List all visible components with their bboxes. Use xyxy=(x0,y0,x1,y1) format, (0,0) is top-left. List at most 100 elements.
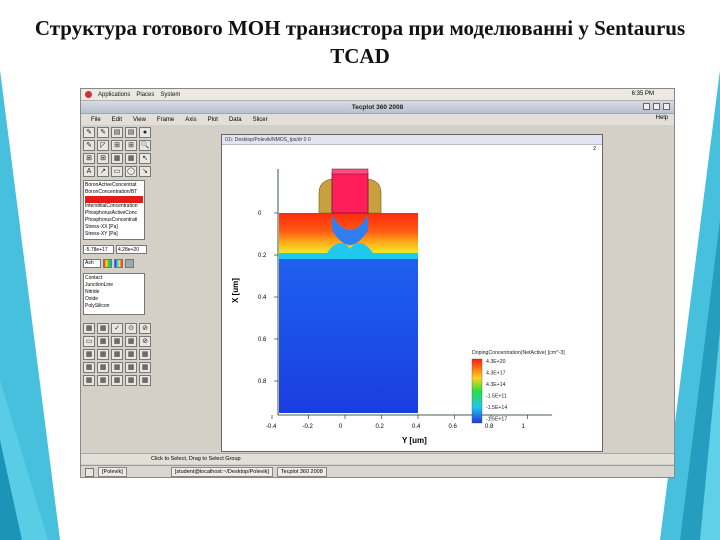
tool-button-icon[interactable]: ⊞ xyxy=(97,153,109,164)
tool-button-icon[interactable]: ✎ xyxy=(83,140,95,151)
tool-button-icon[interactable]: ● xyxy=(139,127,151,138)
menu-slicer[interactable]: Slicer xyxy=(253,117,268,123)
region-tool-icon[interactable]: ▦ xyxy=(83,349,95,360)
tool-button-icon[interactable]: ↘ xyxy=(139,166,151,177)
legend-colorbar xyxy=(471,358,483,424)
menu-help[interactable]: Help xyxy=(656,115,668,121)
window-title: Tecplot 360 2008 xyxy=(351,104,404,111)
tool-button-icon[interactable]: ⊞ xyxy=(125,140,137,151)
variable-list-item[interactable]: InterstitialConcentration xyxy=(85,203,143,210)
menu-plot[interactable]: Plot xyxy=(208,117,218,123)
status-bar: Click to Select, Drag to Select Group xyxy=(81,453,674,464)
task-tecplot[interactable]: Tecplot 360 2008 xyxy=(276,467,327,477)
menu-file[interactable]: File xyxy=(91,117,101,123)
region-list-item[interactable]: Contact xyxy=(85,275,143,282)
variable-list[interactable]: BoronActiveConcentrat BoronConcentration/… xyxy=(83,180,145,240)
region-list-item[interactable]: Oxide xyxy=(85,296,143,303)
show-desktop-icon[interactable] xyxy=(85,467,94,477)
menu-edit[interactable]: Edit xyxy=(112,117,122,123)
gate-poly-top xyxy=(331,168,369,175)
colormap-swatch-icon[interactable] xyxy=(103,259,112,268)
menu-system[interactable]: System xyxy=(160,92,180,98)
region-tool-icon[interactable]: ▦ xyxy=(97,362,109,373)
tool-button-icon[interactable]: ↖ xyxy=(139,153,151,164)
variable-list-item[interactable]: BoronConcentration/BT xyxy=(85,189,143,196)
region-tool-icon[interactable]: ▦ xyxy=(111,362,123,373)
tool-button-icon[interactable]: ✎ xyxy=(83,127,95,138)
window-titlebar: Tecplot 360 2008 xyxy=(81,101,674,114)
gate-spacer-right xyxy=(367,178,382,214)
tool-button-icon[interactable]: ✎ xyxy=(97,127,109,138)
region-tool-icon[interactable]: ▦ xyxy=(139,349,151,360)
desktop-top-panel: Applications Places System 6:35 PM xyxy=(81,89,674,101)
x-tick-label: 0.2 xyxy=(376,424,385,430)
region-list-item[interactable]: JunctionLine xyxy=(85,282,143,289)
tool-button-icon[interactable]: ▦ xyxy=(111,153,123,164)
plot-frame[interactable]: 01\: Desktop/Polevik/NMOS_tps/dr 0 0 2 0… xyxy=(221,134,603,452)
region-tool-icon[interactable]: ▦ xyxy=(139,375,151,386)
y-tick-label: 0.4 xyxy=(258,295,267,301)
colormap-select[interactable]: Ash xyxy=(83,259,101,268)
region-tool-icon[interactable]: ▦ xyxy=(111,349,123,360)
region-tool-icon[interactable]: ▦ xyxy=(97,336,109,347)
variable-list-item[interactable]: Stress-XY [Pa] xyxy=(85,231,143,238)
region-tool-icon[interactable]: ⊙ xyxy=(125,323,137,334)
maximize-icon[interactable] xyxy=(653,103,660,110)
tool-button-icon[interactable]: ◯ xyxy=(125,166,137,177)
region-list-item[interactable]: PolySilicon xyxy=(85,303,143,310)
region-tool-icon[interactable]: ✓ xyxy=(111,323,123,334)
region-list[interactable]: Contact JunctionLine Nitride Oxide PolySilic… xyxy=(83,273,145,315)
tool-button-icon[interactable]: ⊞ xyxy=(83,153,95,164)
close-icon[interactable] xyxy=(663,103,670,110)
region-tool-icon[interactable]: ▦ xyxy=(111,336,123,347)
region-tool-icon[interactable]: ▦ xyxy=(125,336,137,347)
tool-button-icon[interactable]: ↗ xyxy=(97,166,109,177)
menu-frame[interactable]: Frame xyxy=(157,117,174,123)
colormap-swatch-icon[interactable] xyxy=(125,259,134,268)
region-list-item[interactable]: Nitride xyxy=(85,289,143,296)
region-tool-icon[interactable]: ▦ xyxy=(139,362,151,373)
tool-button-icon[interactable]: ▤ xyxy=(125,127,137,138)
region-tool-icon[interactable]: ▦ xyxy=(83,375,95,386)
menu-view[interactable]: View xyxy=(133,117,146,123)
slide-title: Структура готового МОН транзистора при м… xyxy=(34,16,686,68)
tool-button-icon[interactable]: ⊞ xyxy=(111,140,123,151)
max-value-field[interactable] xyxy=(116,245,147,254)
colormap-swatch-icon[interactable] xyxy=(114,259,123,268)
region-tool-icon[interactable]: ▦ xyxy=(83,362,95,373)
variable-list-item[interactable]: PhosphorusConcentrati xyxy=(85,217,143,224)
app-menubar: File Edit View Frame Axis Plot Data Slic… xyxy=(81,114,674,125)
variable-list-item[interactable]: BoronActiveConcentrat xyxy=(85,182,143,189)
region-tool-icon[interactable]: ▦ xyxy=(125,349,137,360)
region-tool-icon[interactable]: ▦ xyxy=(125,375,137,386)
menu-axis[interactable]: Axis xyxy=(185,117,196,123)
region-tool-icon[interactable]: ▦ xyxy=(97,323,109,334)
region-tool-icon[interactable]: ▦ xyxy=(125,362,137,373)
tool-button-icon[interactable]: ▦ xyxy=(125,153,137,164)
tool-button-icon[interactable]: ▤ xyxy=(111,127,123,138)
gnome-foot-icon[interactable] xyxy=(85,91,92,98)
region-tool-icon[interactable]: ▦ xyxy=(97,349,109,360)
menu-data[interactable]: Data xyxy=(229,117,242,123)
tool-button-icon[interactable]: ▭ xyxy=(111,166,123,177)
minimize-icon[interactable] xyxy=(643,103,650,110)
region-tool-icon[interactable]: ▭ xyxy=(83,336,95,347)
menu-applications[interactable]: Applications xyxy=(98,92,130,98)
legend-label: -1.5E+11 xyxy=(486,394,507,400)
variable-list-item[interactable]: Stress-XX [Pa] xyxy=(85,224,143,231)
region-tool-icon[interactable]: ⊘ xyxy=(139,323,151,334)
tool-button-icon[interactable]: A xyxy=(83,166,95,177)
min-value-field[interactable] xyxy=(83,245,114,254)
task-polevik[interactable]: [Polevik] xyxy=(98,467,127,477)
tool-button-icon[interactable]: 🔍 xyxy=(139,140,151,151)
tool-button-icon[interactable]: ◸ xyxy=(97,140,109,151)
region-tool-icon[interactable]: ▦ xyxy=(83,323,95,334)
region-tool-icon[interactable]: ▦ xyxy=(97,375,109,386)
region-tool-icon[interactable]: ▦ xyxy=(111,375,123,386)
menu-places[interactable]: Places xyxy=(136,92,154,98)
variable-list-item[interactable]: PhosphorusActiveConc xyxy=(85,210,143,217)
variable-list-item[interactable]: DopingConcentration xyxy=(85,196,143,203)
task-terminal[interactable]: [student@localhost:~/Desktop/Polevik] xyxy=(170,467,273,477)
region-tool-icon[interactable]: ⊘ xyxy=(139,336,151,347)
x-tick-label: -0.2 xyxy=(303,424,314,430)
